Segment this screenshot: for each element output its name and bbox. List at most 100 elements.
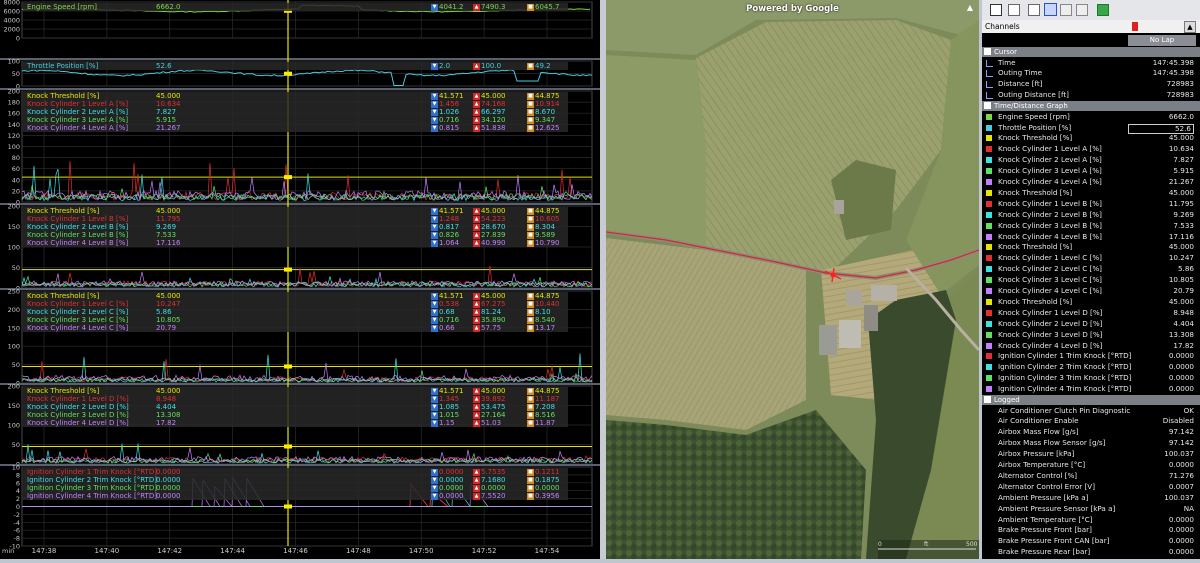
channel-row[interactable]: Knock Threshold [%] 45.000: [982, 133, 1200, 144]
channel-row[interactable]: Airbox Mass Flow Sensor [g/s] 97.142: [982, 438, 1200, 449]
avg-marker-icon: ■: [527, 215, 534, 223]
channel-row[interactable]: Airbox Mass Flow [g/s] 97.142: [982, 427, 1200, 438]
channel-row[interactable]: Knock Cylinder 3 Level D [%] 13.308: [982, 330, 1200, 341]
channel-row[interactable]: Ignition Cylinder 1 Trim Knock [°RTD] 0.0…: [982, 351, 1200, 362]
channel-row[interactable]: Time 147:45.398: [982, 58, 1200, 69]
channel-value: 0.0000: [1168, 460, 1194, 469]
channel-row[interactable]: Engine Speed [rpm] 6662.0: [982, 112, 1200, 123]
collapse-icon[interactable]: [984, 102, 991, 110]
section-header-logged[interactable]: Logged: [982, 395, 1200, 405]
channel-name: Ignition Cylinder 4 Trim Knock [°RTD]: [998, 384, 1132, 394]
map-menu-icon[interactable]: ▲: [965, 3, 975, 13]
collapse-icon[interactable]: [984, 396, 991, 403]
export-icon[interactable]: [1097, 4, 1109, 16]
legend-row[interactable]: Knock Cylinder 4 Level A [%] 21.267 0.815 5…: [23, 124, 593, 133]
legend-row[interactable]: Knock Cylinder 4 Level C [%] 20.79 0.66 57.…: [23, 324, 593, 333]
channel-row[interactable]: Knock Cylinder 1 Level B [%] 11.795: [982, 199, 1200, 210]
channel-row[interactable]: Brake Pressure Rear [bar] 0.0000: [982, 547, 1200, 558]
channel-row[interactable]: Outing Distance [ft] 728983: [982, 90, 1200, 101]
channel-value: 9.269: [1173, 209, 1194, 219]
channel-row[interactable]: Knock Threshold [%] 45.000: [982, 297, 1200, 308]
max-marker-icon: ▲: [473, 62, 480, 70]
channel-row[interactable]: Airbox Pressure [kPa] 100.037: [982, 449, 1200, 460]
y-tick-label: 50: [12, 441, 20, 449]
channel-row[interactable]: Knock Cylinder 2 Level A [%] 7.827: [982, 155, 1200, 166]
channel-row[interactable]: Knock Cylinder 4 Level B [%] 17.116: [982, 232, 1200, 243]
avg-marker-icon: ■: [527, 300, 534, 308]
legend-row[interactable]: Knock Cylinder 4 Level D [%] 17.82 1.15 51.…: [23, 418, 593, 428]
time-axis-tick: 147:52: [472, 547, 497, 555]
channel-row[interactable]: Ignition Cylinder 4 Trim Knock [°RTD] 0.0…: [982, 384, 1200, 395]
y-tick-label: 150: [8, 324, 20, 332]
channel-list[interactable]: Cursor Time 147:45.398 Outing Time 147:45.39…: [982, 47, 1200, 559]
channel-color-swatch: [986, 331, 992, 338]
channel-row[interactable]: Knock Threshold [%] 45.000: [982, 188, 1200, 199]
avg-marker-icon: ■: [527, 100, 534, 108]
section-header-time-distance-graph[interactable]: Time/Distance Graph: [982, 101, 1200, 112]
channel-row[interactable]: Outing Time 147:45.398: [982, 68, 1200, 79]
channel-row[interactable]: Distance [ft] 728983: [982, 79, 1200, 90]
channel-value: 10.247: [1168, 253, 1194, 263]
channel-row[interactable]: Alternator Control [%] 71.276: [982, 471, 1200, 482]
channel-color-swatch: [986, 320, 992, 327]
channel-row[interactable]: Brake Pressure Front [bar] 0.0000: [982, 525, 1200, 536]
channel-row[interactable]: Air Conditioner Enable Disabled: [982, 416, 1200, 427]
channel-row[interactable]: Knock Cylinder 3 Level A [%] 5.915: [982, 166, 1200, 177]
channel-name: Throttle Position [%]: [998, 122, 1072, 132]
collapse-icon[interactable]: [984, 48, 991, 55]
channel-row[interactable]: Ambient Pressure [kPa a] 100.037: [982, 493, 1200, 504]
signal-max: 51.03: [481, 418, 502, 427]
max-marker-icon: ▲: [473, 100, 480, 108]
tree-view-icon[interactable]: [990, 4, 1002, 16]
channel-value: 97.142: [1168, 427, 1194, 437]
channel-marker-icon[interactable]: [1132, 22, 1138, 31]
channel-row[interactable]: Alternator Control Error [V] 0.0007: [982, 482, 1200, 493]
channel-value: 147:45.398: [1152, 68, 1194, 78]
channel-row[interactable]: Knock Cylinder 1 Level A [%] 10.634: [982, 144, 1200, 155]
min-marker-icon: ▼: [431, 308, 438, 316]
min-marker-icon: ▼: [431, 231, 438, 239]
channel-value: 45.000: [1168, 296, 1194, 306]
channel-row[interactable]: Airbox Temperature [°C] 0.0000: [982, 460, 1200, 471]
channels-label: Channels: [985, 22, 1020, 31]
channel-row[interactable]: Knock Cylinder 3 Level C [%] 10.805: [982, 275, 1200, 286]
channel-row[interactable]: Air Conditioner Clutch Pin Diagnostic OK: [982, 406, 1200, 417]
legend-row[interactable]: Knock Cylinder 4 Level B [%] 17.116 1.064 4…: [23, 239, 593, 248]
channel-row[interactable]: Knock Cylinder 2 Level D [%] 4.404: [982, 319, 1200, 330]
channel-row[interactable]: Knock Cylinder 2 Level C [%] 5.86: [982, 264, 1200, 275]
telemetry-graph-area[interactable]: 8000 6000 4000 2000 0 100 50 0 200 180 160 140 120 10…: [0, 0, 601, 559]
legend-row[interactable]: Ignition Cylinder 4 Trim Knock [°RTD] 0.0…: [23, 492, 593, 501]
channel-row[interactable]: Ignition Cylinder 2 Trim Knock [°RTD] 0.0…: [982, 362, 1200, 373]
list-view-icon[interactable]: [1008, 4, 1020, 16]
channel-row[interactable]: Brake Pressure Front CAN [bar] 0.0000: [982, 536, 1200, 547]
channel-row[interactable]: Knock Cylinder 3 Level B [%] 7.533: [982, 221, 1200, 232]
channel-row[interactable]: Ambient Temperature [°C] 0.0000: [982, 515, 1200, 526]
grid-icon[interactable]: [1076, 4, 1088, 16]
channel-row[interactable]: Knock Cylinder 2 Level B [%] 9.269: [982, 210, 1200, 221]
max-marker-icon: ▲: [473, 395, 480, 403]
satellite-map[interactable]: Powered by Google ▲ 0 ft 500: [606, 0, 979, 559]
section-header-cursor[interactable]: Cursor: [982, 47, 1200, 57]
avg-marker-icon: ■: [527, 292, 534, 300]
channel-row[interactable]: Ambient Pressure Sensor [kPa a] NA: [982, 504, 1200, 515]
no-lap-button[interactable]: No Lap: [1128, 35, 1196, 46]
cursor-icon: [986, 92, 993, 100]
channel-row[interactable]: Knock Cylinder 4 Level D [%] 17.82: [982, 341, 1200, 352]
channel-row[interactable]: Knock Threshold [%] 45.000: [982, 242, 1200, 253]
avg-marker-icon: ■: [527, 476, 534, 484]
legend-row[interactable]: Engine Speed [rpm] 6662.0 4041.2 7490.3 6045…: [23, 3, 593, 11]
channel-row[interactable]: Knock Cylinder 1 Level D [%] 8.948: [982, 308, 1200, 319]
channel-row[interactable]: Knock Cylinder 4 Level A [%] 21.267: [982, 177, 1200, 188]
channel-row[interactable]: Throttle Position [%] 52.6: [982, 123, 1200, 134]
window-icon[interactable]: [1060, 4, 1072, 16]
avg-marker-icon: ■: [527, 231, 534, 239]
channel-row[interactable]: Knock Cylinder 4 Level C [%] 20.79: [982, 286, 1200, 297]
channel-row[interactable]: Ignition Cylinder 3 Trim Knock [°RTD] 0.0…: [982, 373, 1200, 384]
channel-row[interactable]: Knock Cylinder 1 Level C [%] 10.247: [982, 253, 1200, 264]
time-axis-tick: 147:40: [95, 547, 120, 555]
graph-view-icon[interactable]: [1044, 3, 1057, 16]
sort-button[interactable]: ▲: [1184, 21, 1196, 33]
channel-name: Time: [998, 57, 1016, 67]
split-view-icon[interactable]: [1028, 4, 1040, 16]
legend-row[interactable]: Throttle Position [%] 52.6 2.0 100.0 49.2 ▼ ▲ ■: [23, 62, 593, 70]
